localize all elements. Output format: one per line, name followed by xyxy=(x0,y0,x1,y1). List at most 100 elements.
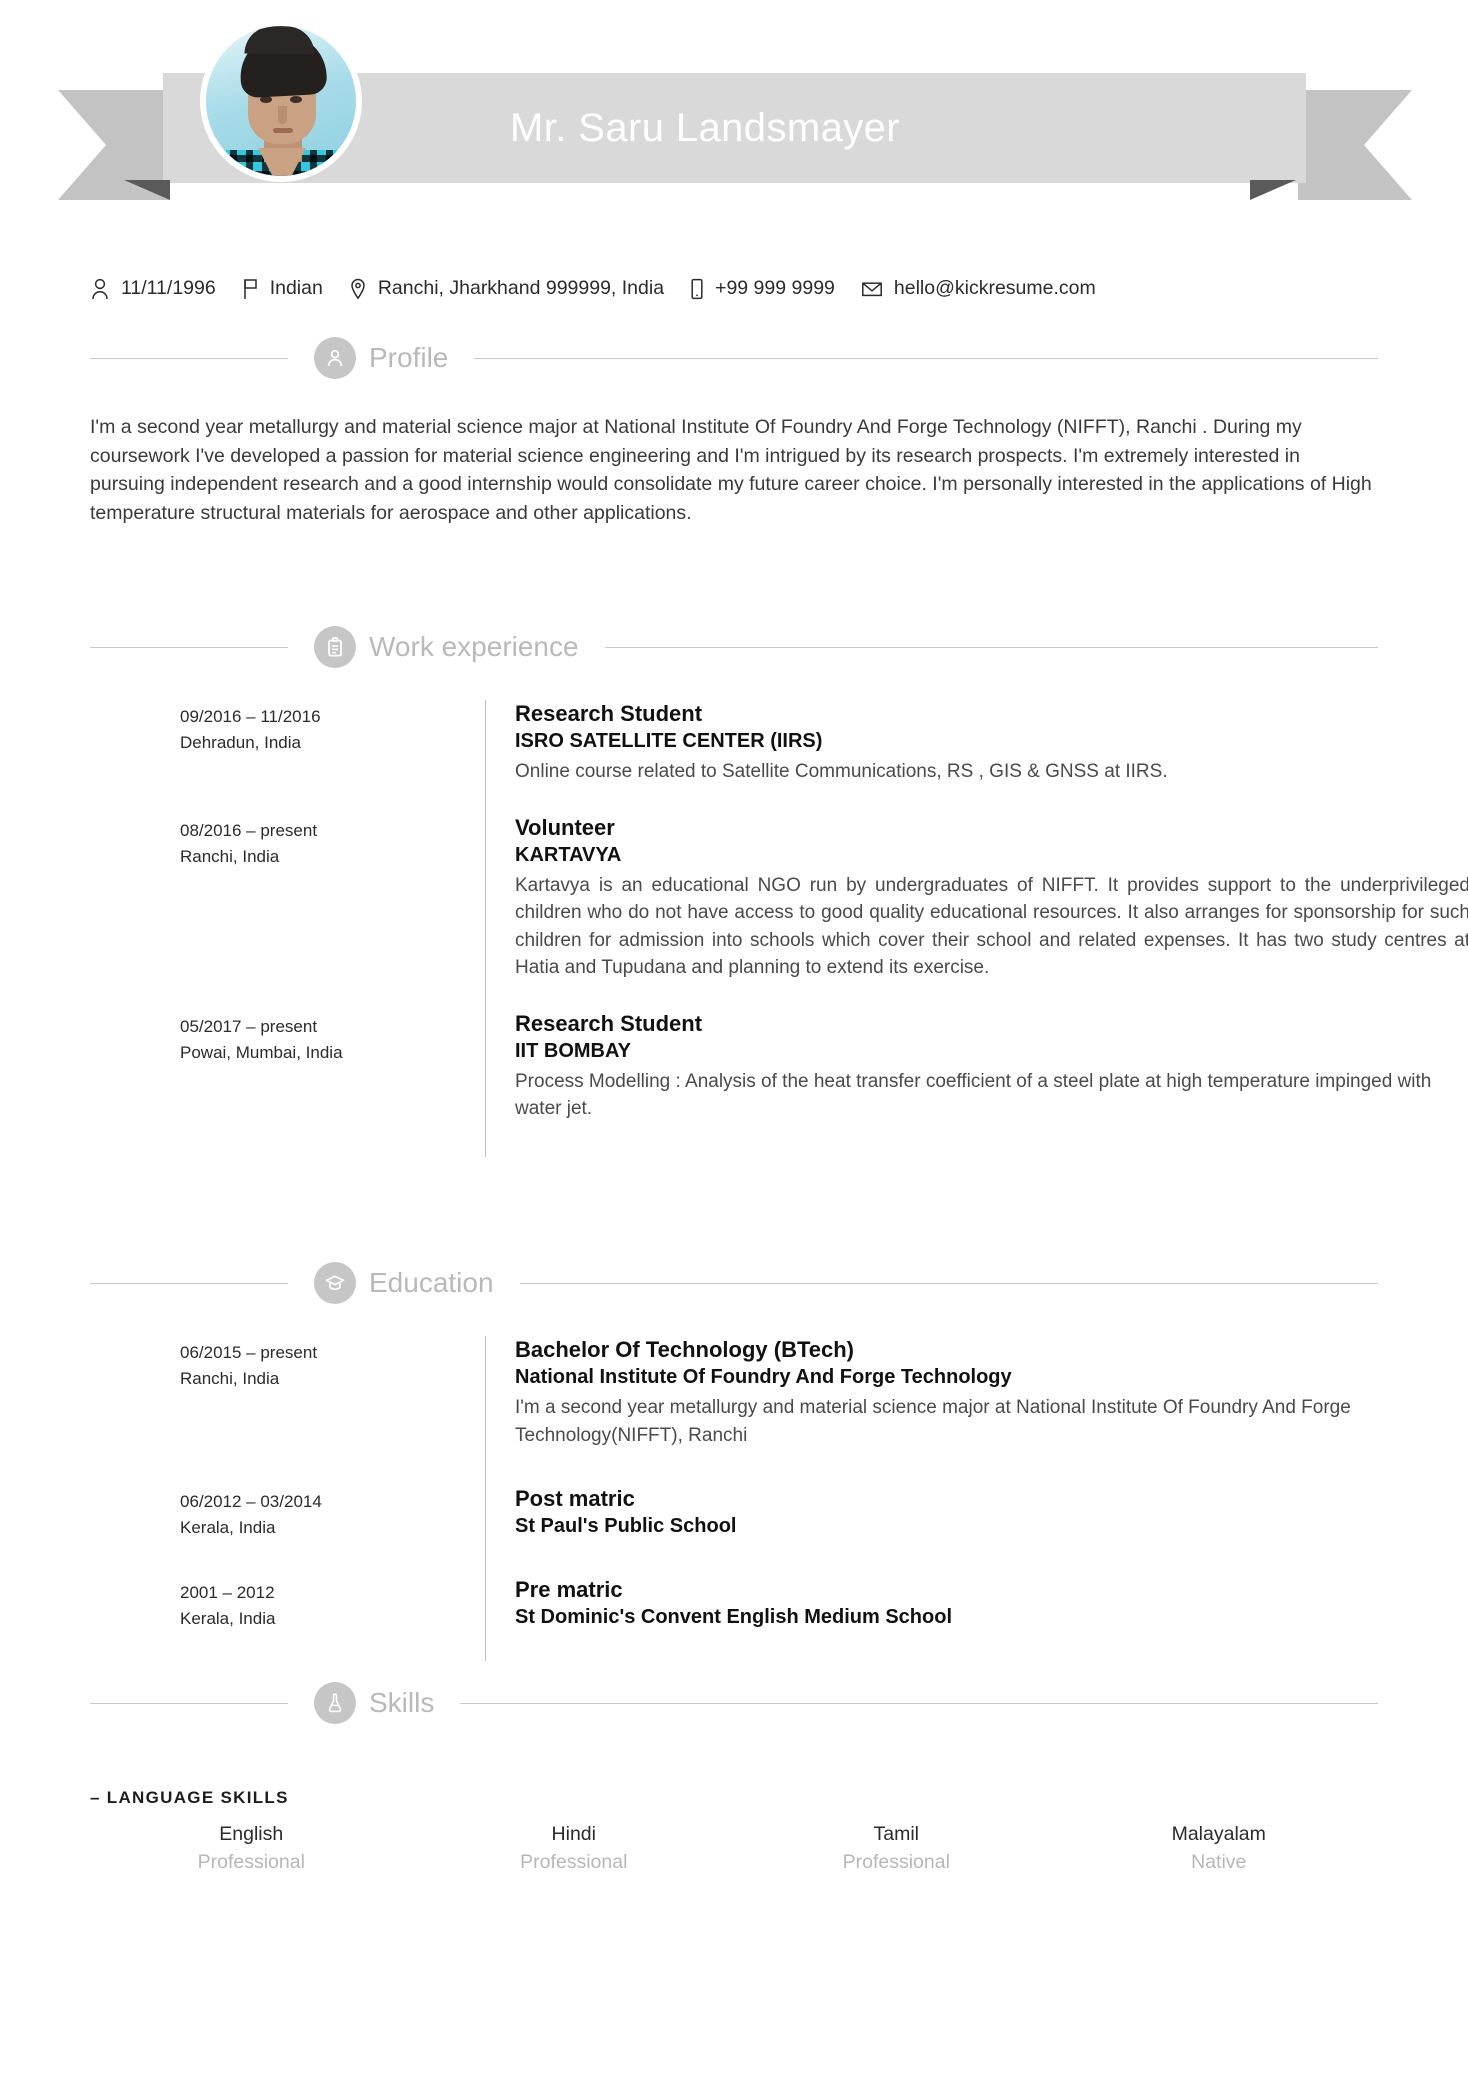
graduation-cap-icon xyxy=(314,1262,356,1304)
language-level: Professional xyxy=(842,1851,950,1873)
work-entry: 05/2017 – present Powai, Mumbai, India R… xyxy=(180,1009,1468,1157)
work-entry-title: Research Student xyxy=(515,1010,703,1036)
education-list: 06/2015 – present Ranchi, India Bachelor… xyxy=(180,1336,1468,1661)
flask-icon xyxy=(314,1682,356,1724)
page-title: Mr. Saru Landsmayer xyxy=(510,106,900,150)
location-pin-icon xyxy=(349,278,367,300)
work-entry-date: 09/2016 – 11/2016 xyxy=(180,707,321,726)
language-item: Hindi Professional xyxy=(413,1820,736,1876)
education-entry-location: Kerala, India xyxy=(180,1609,276,1628)
contact-value: hello@kickresume.com xyxy=(893,277,1096,300)
section-header-work-experience: Work experience xyxy=(90,626,1378,668)
person-icon xyxy=(90,278,110,300)
work-entry-meta: 09/2016 – 11/2016 Dehradun, India xyxy=(180,700,485,814)
education-entry-body: Bachelor Of Technology (BTech) National … xyxy=(485,1336,1468,1485)
contact-value: 11/11/1996 xyxy=(121,277,216,300)
work-entry-meta: 05/2017 – present Powai, Mumbai, India xyxy=(180,1010,485,1157)
education-entry-meta: 06/2012 – 03/2014 Kerala, India xyxy=(180,1485,485,1576)
contact-item-phone: +99 999 9999 xyxy=(690,278,835,300)
person-badge-icon xyxy=(314,337,356,379)
work-entry-description: Online course related to Satellite Commu… xyxy=(515,761,1168,782)
language-name: Tamil xyxy=(873,1823,919,1845)
work-entry-body: Volunteer KARTAVYA Kartavya is an educat… xyxy=(485,813,1468,1010)
education-entry: 2001 – 2012 Kerala, India Pre matric St … xyxy=(180,1576,1468,1661)
language-item: English Professional xyxy=(90,1820,413,1876)
education-entry-organization: St Dominic's Convent English Medium Scho… xyxy=(515,1606,953,1628)
section-header-skills: Skills xyxy=(90,1682,1378,1724)
contact-value: Indian xyxy=(269,277,323,300)
contact-item-address: Ranchi, Jharkhand 999999, India xyxy=(349,278,664,300)
work-entry-location: Powai, Mumbai, India xyxy=(180,1042,343,1062)
education-entry-body: Pre matric St Dominic's Convent English … xyxy=(485,1576,1468,1661)
work-entry-body: Research Student ISRO SATELLITE CENTER (… xyxy=(485,700,1468,814)
work-entry: 09/2016 – 11/2016 Dehradun, India Resear… xyxy=(180,700,1468,814)
work-entry-date: 08/2016 – present xyxy=(180,820,318,840)
language-skills-row: English Professional Hindi Professional … xyxy=(90,1820,1380,1876)
language-name: Malayalam xyxy=(1171,1823,1266,1845)
education-entry-meta: 2001 – 2012 Kerala, India xyxy=(180,1576,485,1661)
resume-page: Mr. Saru Landsmayer 11/11/1996 Indian Ra… xyxy=(0,0,1468,2076)
avatar xyxy=(200,20,362,182)
education-entry-title: Bachelor Of Technology (BTech) xyxy=(515,1337,854,1362)
work-entry-description: Kartavya is an educational NGO run by un… xyxy=(515,874,1468,979)
rule-right xyxy=(519,1282,1378,1284)
education-entry-location: Kerala, India xyxy=(180,1518,276,1537)
rule-left xyxy=(90,1702,288,1704)
section-title: Skills xyxy=(369,1687,435,1718)
rule-right xyxy=(460,1702,1378,1704)
rule-right xyxy=(474,357,1378,359)
education-entry-date: 2001 – 2012 xyxy=(180,1583,275,1602)
language-item: Tamil Professional xyxy=(735,1820,1058,1876)
education-entry-date: 06/2015 – present xyxy=(180,1343,318,1362)
profile-summary: I'm a second year metallurgy and materia… xyxy=(90,416,1372,524)
language-name: Hindi xyxy=(551,1823,596,1845)
language-name: English xyxy=(219,1823,284,1845)
education-entry-date: 06/2012 – 03/2014 xyxy=(180,1492,322,1511)
language-skills-block: – LANGUAGE SKILLS English Professional H… xyxy=(90,1788,1380,1876)
language-skills-heading: – LANGUAGE SKILLS xyxy=(90,1788,289,1807)
rule-right xyxy=(604,646,1378,648)
avatar-illustration xyxy=(206,26,356,176)
contact-bar: 11/11/1996 Indian Ranchi, Jharkhand 9999… xyxy=(90,278,1122,300)
education-entry-organization: National Institute Of Foundry And Forge … xyxy=(515,1366,1012,1388)
education-entry: 06/2015 – present Ranchi, India Bachelor… xyxy=(180,1336,1468,1485)
section-header-profile: Profile xyxy=(90,337,1378,379)
education-entry-title: Post matric xyxy=(515,1486,635,1511)
ribbon-fold-right xyxy=(1250,180,1296,200)
education-entry: 06/2012 – 03/2014 Kerala, India Post mat… xyxy=(180,1485,1468,1576)
contact-value: +99 999 9999 xyxy=(715,277,835,300)
education-entry-location: Ranchi, India xyxy=(180,1369,280,1388)
contact-item-birthdate: 11/11/1996 xyxy=(90,278,216,300)
work-experience-list: 09/2016 – 11/2016 Dehradun, India Resear… xyxy=(180,700,1468,1157)
work-entry-meta: 08/2016 – present Ranchi, India xyxy=(180,814,485,1010)
work-entry-description: Process Modelling : Analysis of the heat… xyxy=(515,1070,1432,1120)
education-entry-organization: St Paul's Public School xyxy=(515,1515,737,1537)
section-header-education: Education xyxy=(90,1262,1378,1304)
resume-header: Mr. Saru Landsmayer xyxy=(0,0,1468,268)
rule-left xyxy=(90,357,288,359)
work-entry-organization: ISRO SATELLITE CENTER (IIRS) xyxy=(515,730,823,752)
work-entry-title: Research Student xyxy=(515,701,703,726)
work-entry-location: Dehradun, India xyxy=(180,733,301,752)
section-title: Education xyxy=(369,1267,494,1298)
rule-left xyxy=(90,1282,288,1284)
work-entry-body: Research Student IIT BOMBAY Process Mode… xyxy=(485,1009,1468,1157)
work-entry-organization: IIT BOMBAY xyxy=(515,1039,631,1062)
envelope-icon xyxy=(861,278,883,300)
education-entry-description: I'm a second year metallurgy and materia… xyxy=(515,1397,1351,1446)
work-entry: 08/2016 – present Ranchi, India Voluntee… xyxy=(180,813,1468,1010)
work-entry-title: Volunteer xyxy=(515,814,615,840)
education-entry-body: Post matric St Paul's Public School xyxy=(485,1485,1468,1576)
ribbon-tail-right xyxy=(1298,90,1412,200)
language-level: Native xyxy=(1191,1851,1247,1873)
education-entry-title: Pre matric xyxy=(515,1577,623,1602)
work-entry-organization: KARTAVYA xyxy=(515,843,622,866)
phone-icon xyxy=(690,278,704,300)
work-entry-date: 05/2017 – present xyxy=(180,1016,318,1036)
language-item: Malayalam Native xyxy=(1058,1820,1381,1876)
briefcase-icon xyxy=(314,626,356,668)
education-entry-meta: 06/2015 – present Ranchi, India xyxy=(180,1336,485,1485)
contact-item-nationality: Indian xyxy=(242,278,323,300)
work-entry-location: Ranchi, India xyxy=(180,846,280,866)
rule-left xyxy=(90,646,288,648)
